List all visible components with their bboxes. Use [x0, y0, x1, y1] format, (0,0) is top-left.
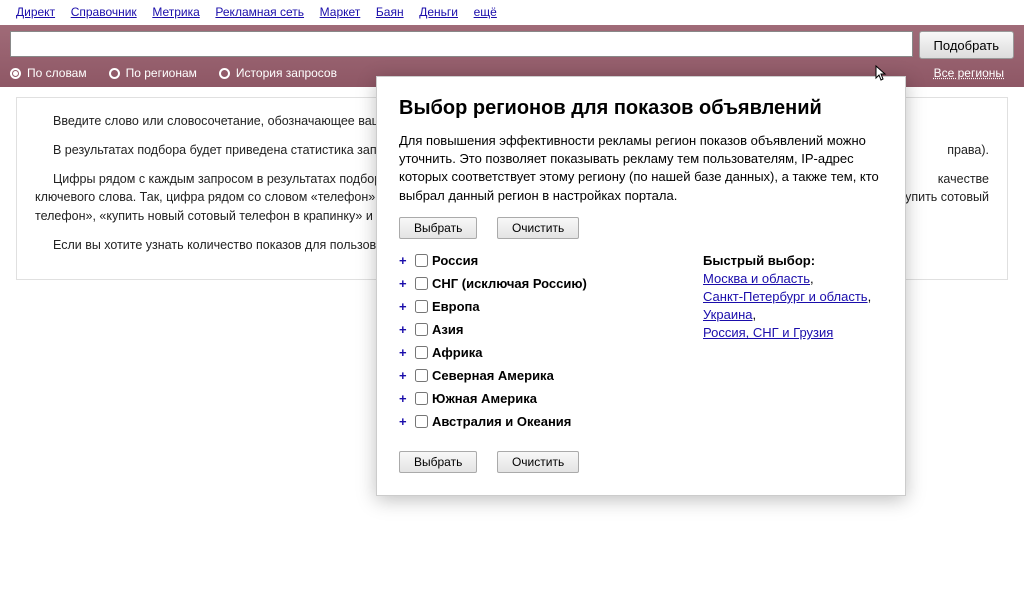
search-input[interactable]: [10, 31, 913, 57]
region-label: Россия: [432, 253, 478, 268]
select-button[interactable]: Выбрать: [399, 217, 477, 239]
region-modal: Выбор регионов для показов объявлений Дл…: [376, 76, 906, 496]
region-checkbox[interactable]: [415, 369, 428, 382]
region-label: Австралия и Океания: [432, 414, 571, 429]
expand-icon[interactable]: +: [399, 391, 415, 406]
region-checkbox[interactable]: [415, 277, 428, 290]
region-label: Европа: [432, 299, 480, 314]
help-p3: Цифры рядом с каждым запросом в результа…: [53, 172, 405, 186]
region-checkbox[interactable]: [415, 415, 428, 428]
top-link-money[interactable]: Деньги: [419, 5, 458, 19]
help-p2: В результатах подбора будет приведена ст…: [53, 143, 404, 157]
region-label: Южная Америка: [432, 391, 537, 406]
top-link-spravochnik[interactable]: Справочник: [71, 5, 137, 19]
region-label: СНГ (исключая Россию): [432, 276, 587, 291]
quick-link-russia-cis[interactable]: Россия, СНГ и Грузия: [703, 325, 833, 340]
region-item: + Южная Америка: [399, 391, 673, 406]
top-link-more[interactable]: ещё: [474, 5, 497, 19]
help-p2-tail: права).: [929, 141, 989, 160]
quick-link-ukraine[interactable]: Украина: [703, 307, 753, 322]
all-regions-link[interactable]: Все регионы: [934, 66, 1004, 80]
quick-title: Быстрый выбор:: [703, 253, 883, 268]
region-item: + Северная Америка: [399, 368, 673, 383]
help-p3b: ключевого слова. Так, цифра рядом со сло…: [35, 190, 419, 204]
radio-icon: [109, 68, 120, 79]
tab-history[interactable]: История запросов: [219, 66, 337, 80]
expand-icon[interactable]: +: [399, 276, 415, 291]
search-button[interactable]: Подобрать: [919, 31, 1014, 59]
help-p3-tail2: упить сотовый: [905, 188, 989, 207]
region-item: + Австралия и Океания: [399, 414, 673, 429]
radio-icon: [219, 68, 230, 79]
modal-description: Для повышения эффективности рекламы реги…: [399, 132, 883, 205]
expand-icon[interactable]: +: [399, 345, 415, 360]
region-label: Африка: [432, 345, 482, 360]
top-link-bayan[interactable]: Баян: [376, 5, 404, 19]
expand-icon[interactable]: +: [399, 253, 415, 268]
top-link-adnetwork[interactable]: Рекламная сеть: [215, 5, 304, 19]
region-checkbox[interactable]: [415, 323, 428, 336]
help-p1: Введите слово или словосочетание, обозна…: [53, 114, 404, 128]
clear-button[interactable]: Очистить: [497, 217, 579, 239]
top-links-bar: Директ Справочник Метрика Рекламная сеть…: [0, 0, 1024, 25]
region-item: + Азия: [399, 322, 673, 337]
tab-label: По регионам: [126, 66, 197, 80]
region-label: Северная Америка: [432, 368, 554, 383]
help-p3c: телефон», «купить новый сотовый телефон …: [35, 209, 394, 223]
quick-select: Быстрый выбор: Москва и область, Санкт-П…: [703, 253, 883, 437]
expand-icon[interactable]: +: [399, 414, 415, 429]
select-button-bottom[interactable]: Выбрать: [399, 451, 477, 473]
quick-link-moscow[interactable]: Москва и область: [703, 271, 810, 286]
region-label: Азия: [432, 322, 463, 337]
expand-icon[interactable]: +: [399, 368, 415, 383]
region-item: + Россия: [399, 253, 673, 268]
region-item: + Европа: [399, 299, 673, 314]
region-checkbox[interactable]: [415, 346, 428, 359]
top-link-metrika[interactable]: Метрика: [152, 5, 199, 19]
top-link-direct[interactable]: Директ: [16, 5, 55, 19]
modal-title: Выбор регионов для показов объявлений: [399, 97, 883, 120]
tab-label: История запросов: [236, 66, 337, 80]
help-p3-tail1: качестве: [938, 170, 989, 189]
region-tree: + Россия + СНГ (исключая Россию) + Европа + Ази…: [399, 253, 673, 437]
clear-button-bottom[interactable]: Очистить: [497, 451, 579, 473]
expand-icon[interactable]: +: [399, 322, 415, 337]
radio-icon: [10, 68, 21, 79]
region-checkbox[interactable]: [415, 392, 428, 405]
help-p4: Если вы хотите узнать количество показов…: [53, 238, 402, 252]
top-link-market[interactable]: Маркет: [320, 5, 361, 19]
tab-by-words[interactable]: По словам: [10, 66, 87, 80]
tab-label: По словам: [27, 66, 87, 80]
quick-link-spb[interactable]: Санкт-Петербург и область: [703, 289, 868, 304]
region-item: + Африка: [399, 345, 673, 360]
region-item: + СНГ (исключая Россию): [399, 276, 673, 291]
region-checkbox[interactable]: [415, 300, 428, 313]
region-checkbox[interactable]: [415, 254, 428, 267]
expand-icon[interactable]: +: [399, 299, 415, 314]
tab-by-regions[interactable]: По регионам: [109, 66, 197, 80]
